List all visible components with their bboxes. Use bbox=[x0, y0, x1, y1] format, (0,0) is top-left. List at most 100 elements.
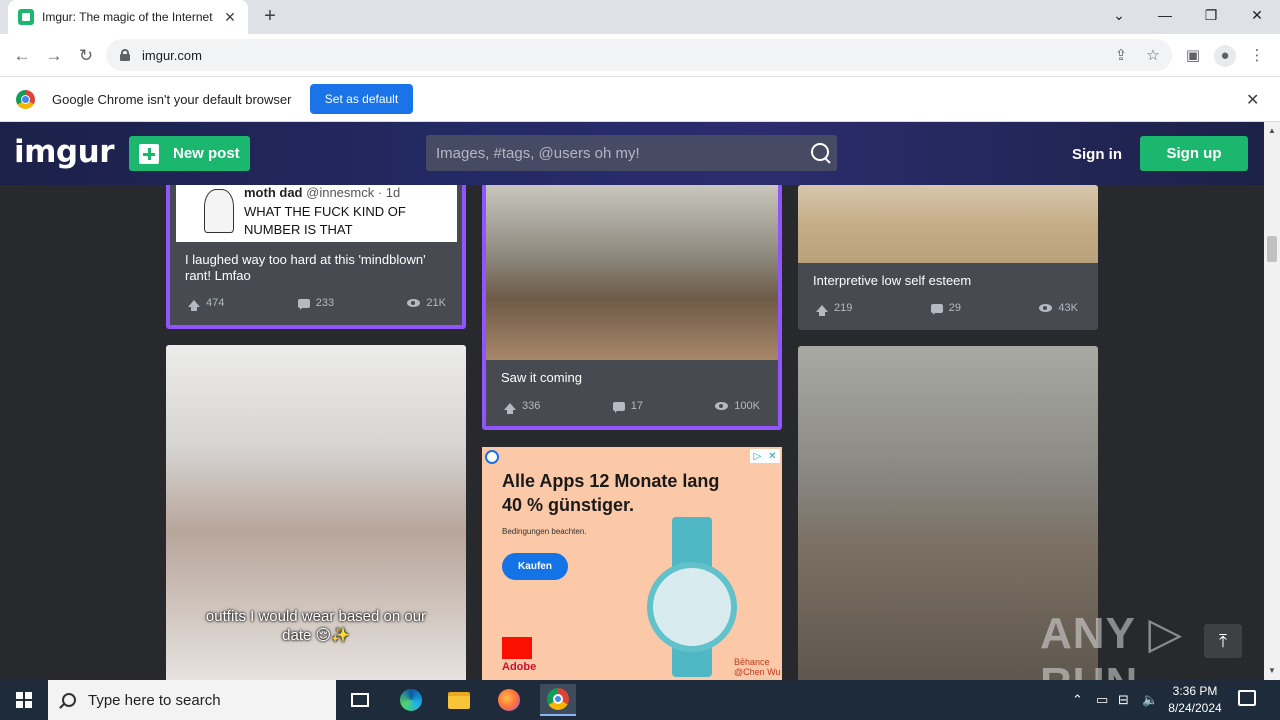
view-stat: 21K bbox=[407, 297, 446, 309]
chrome-logo-icon bbox=[16, 90, 35, 109]
post-stats: 474 233 21K bbox=[188, 297, 446, 311]
ad-shield-icon[interactable] bbox=[485, 450, 499, 464]
post-title[interactable]: I laughed way too hard at this 'mindblow… bbox=[185, 252, 455, 284]
post-card[interactable]: moth dad @innesmck · 1d WHAT THE FUCK KI… bbox=[166, 185, 466, 329]
upvote-stat[interactable]: 474 bbox=[188, 297, 224, 311]
close-window-button[interactable]: ✕ bbox=[1234, 0, 1280, 30]
tweet-handle: @innesmck · 1d bbox=[306, 185, 401, 200]
upvote-icon bbox=[504, 402, 516, 414]
file-explorer-taskbar-icon[interactable] bbox=[443, 684, 475, 716]
comment-icon bbox=[612, 401, 625, 413]
network-icon[interactable]: ⊟ bbox=[1118, 692, 1129, 708]
tab-imgur[interactable]: Imgur: The magic of the Internet ✕ bbox=[8, 0, 248, 34]
minimize-button[interactable]: — bbox=[1142, 0, 1188, 30]
taskbar-clock[interactable]: 3:36 PM 8/24/2024 bbox=[1160, 683, 1230, 717]
start-button[interactable] bbox=[0, 680, 48, 720]
back-to-top-button[interactable]: ⤒ bbox=[1204, 624, 1242, 658]
bookmark-star-icon[interactable]: ☆ bbox=[1144, 47, 1162, 65]
search-icon[interactable] bbox=[803, 136, 837, 170]
profile-avatar-icon[interactable]: ● bbox=[1214, 45, 1236, 67]
view-count: 100K bbox=[734, 400, 760, 412]
infobar-message: Google Chrome isn't your default browser bbox=[52, 92, 292, 107]
chrome-icon bbox=[547, 688, 569, 710]
tab-close-icon[interactable]: ✕ bbox=[222, 9, 238, 26]
new-post-button[interactable]: New post bbox=[129, 136, 250, 171]
taskbar-search[interactable]: Type here to search bbox=[48, 680, 336, 720]
post-image bbox=[798, 185, 1098, 263]
edge-icon bbox=[400, 689, 422, 711]
upvote-stat[interactable]: 219 bbox=[816, 302, 853, 316]
upvote-count: 219 bbox=[834, 302, 853, 314]
comment-icon bbox=[297, 298, 310, 310]
task-view-icon bbox=[351, 693, 369, 707]
address-bar[interactable]: imgur.com ⇪ ☆ bbox=[106, 39, 1172, 71]
chrome-taskbar-icon[interactable] bbox=[540, 684, 576, 716]
tweet-name: moth dad bbox=[244, 185, 303, 200]
menu-kebab-icon[interactable]: ⋮ bbox=[1246, 45, 1268, 67]
comment-count: 29 bbox=[948, 302, 962, 314]
advertisement[interactable]: ▷ ✕ Alle Apps 12 Monate lang 40 % günstig… bbox=[482, 447, 782, 680]
tab-title: Imgur: The magic of the Internet bbox=[42, 10, 213, 24]
view-count: 21K bbox=[426, 297, 446, 309]
set-as-default-button[interactable]: Set as default bbox=[310, 84, 413, 114]
ad-credit-line-1: Bēhance bbox=[734, 657, 770, 667]
ad-choices-icon[interactable]: ▷ ✕ bbox=[750, 449, 780, 463]
clock-date: 8/24/2024 bbox=[1168, 701, 1222, 715]
forward-button[interactable]: → bbox=[41, 43, 67, 69]
infobar-close-icon[interactable]: ✕ bbox=[1246, 90, 1259, 110]
search-input[interactable] bbox=[436, 144, 803, 162]
ad-headline-line-2: 40 % günstiger. bbox=[502, 495, 635, 515]
task-view-button[interactable] bbox=[344, 684, 376, 716]
scroll-up-icon[interactable]: ▲ bbox=[1268, 126, 1276, 135]
windows-taskbar: Type here to search ⌃ ▭ ⊟ 🔈 3:36 PM 8/24… bbox=[0, 680, 1280, 720]
restore-button[interactable]: ❐ bbox=[1188, 0, 1234, 30]
sign-in-link[interactable]: Sign in bbox=[1072, 146, 1122, 163]
post-image: moth dad @innesmck · 1d WHAT THE FUCK KI… bbox=[176, 185, 457, 242]
post-title[interactable]: Saw it coming bbox=[501, 370, 582, 386]
post-card[interactable]: Interpretive low self esteem 219 29 43K bbox=[798, 185, 1098, 330]
eye-icon bbox=[1039, 304, 1053, 312]
lock-icon[interactable] bbox=[120, 49, 130, 61]
firefox-taskbar-icon[interactable] bbox=[493, 684, 525, 716]
edge-taskbar-icon[interactable] bbox=[395, 684, 427, 716]
back-button[interactable]: ← bbox=[9, 43, 35, 69]
ad-credit-line-2: @Chen Wu bbox=[734, 667, 781, 677]
scroll-down-icon[interactable]: ▼ bbox=[1268, 666, 1276, 675]
ad-credit: Bēhance @Chen Wu bbox=[734, 657, 781, 677]
tweet-header: moth dad @innesmck · 1d bbox=[244, 185, 400, 200]
watch-face bbox=[647, 562, 737, 652]
imgur-favicon-icon bbox=[18, 9, 34, 25]
view-count: 43K bbox=[1058, 302, 1078, 314]
search-icon bbox=[62, 693, 76, 707]
comment-stat: 29 bbox=[930, 302, 962, 315]
folder-icon bbox=[448, 691, 470, 709]
post-image bbox=[486, 185, 778, 360]
post-card[interactable]: Saw it coming 336 17 100K bbox=[482, 185, 782, 430]
ad-headline-line-1: Alle Apps 12 Monate lang bbox=[502, 471, 720, 491]
view-stat: 100K bbox=[715, 400, 760, 412]
ad-buy-button[interactable]: Kaufen bbox=[502, 553, 568, 580]
new-post-label: New post bbox=[173, 145, 240, 162]
device-icon[interactable]: ▭ bbox=[1096, 692, 1108, 708]
new-tab-button[interactable]: + bbox=[258, 5, 282, 29]
post-card[interactable]: outfits I would wear based on our date 😌… bbox=[166, 345, 466, 680]
side-panel-icon[interactable]: ▣ bbox=[1182, 45, 1204, 67]
scroll-thumb[interactable] bbox=[1267, 236, 1277, 262]
taskbar-search-text: Type here to search bbox=[88, 691, 221, 709]
upvote-stat[interactable]: 336 bbox=[504, 400, 540, 414]
volume-icon[interactable]: 🔈 bbox=[1142, 692, 1158, 708]
tab-search-icon[interactable]: ⌄ bbox=[1096, 0, 1142, 30]
post-title[interactable]: Interpretive low self esteem bbox=[813, 273, 971, 289]
notification-icon[interactable] bbox=[1238, 690, 1256, 706]
tweet-avatar bbox=[204, 189, 234, 233]
sign-up-button[interactable]: Sign up bbox=[1140, 136, 1248, 171]
reload-button[interactable]: ↻ bbox=[73, 43, 99, 69]
imgur-header: imgur New post Sign in Sign up bbox=[0, 122, 1264, 185]
page-scrollbar[interactable]: ▲ ▼ bbox=[1264, 122, 1280, 680]
share-icon[interactable]: ⇪ bbox=[1112, 47, 1130, 65]
comment-stat: 17 bbox=[612, 400, 643, 413]
imgur-logo[interactable]: imgur bbox=[14, 134, 114, 170]
tray-chevron-icon[interactable]: ⌃ bbox=[1072, 692, 1083, 708]
eye-icon bbox=[715, 402, 729, 410]
upvote-icon bbox=[188, 299, 200, 311]
